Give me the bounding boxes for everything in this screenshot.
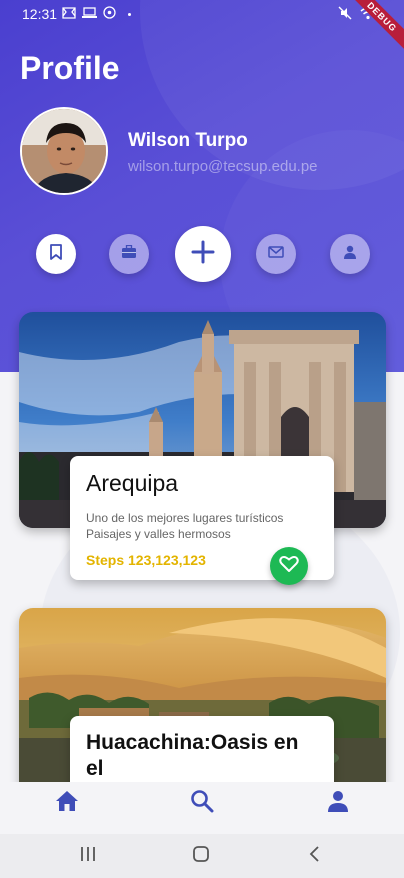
home-square-icon bbox=[192, 845, 210, 868]
system-navigation-bar bbox=[0, 834, 404, 878]
place-description: Uno de los mejores lugares turísticos Pa… bbox=[86, 510, 318, 542]
briefcase-icon bbox=[121, 244, 137, 264]
status-time: 12:31 bbox=[22, 6, 58, 22]
home-system-button[interactable] bbox=[191, 845, 211, 868]
mail-icon bbox=[268, 245, 284, 263]
home-icon bbox=[55, 790, 79, 817]
mute-icon bbox=[338, 6, 352, 23]
search-icon bbox=[190, 789, 214, 818]
avatar[interactable] bbox=[20, 107, 108, 195]
recent-apps-icon bbox=[79, 846, 97, 867]
bookmark-icon bbox=[49, 243, 63, 265]
user-email: wilson.turpo@tecsup.edu.pe bbox=[128, 158, 318, 175]
place-title-line: Huacachina:Oasis en el bbox=[86, 731, 299, 780]
recent-apps-button[interactable] bbox=[78, 846, 98, 866]
plus-icon bbox=[191, 240, 215, 269]
mail-notification-icon bbox=[62, 6, 76, 22]
bottom-navigation bbox=[0, 782, 404, 834]
back-button[interactable] bbox=[305, 845, 325, 868]
person-icon bbox=[343, 245, 357, 264]
briefcase-button[interactable] bbox=[109, 234, 149, 274]
profile-actions bbox=[0, 226, 404, 286]
bookmark-button[interactable] bbox=[36, 234, 76, 274]
mail-button[interactable] bbox=[256, 234, 296, 274]
nav-search[interactable] bbox=[189, 789, 215, 818]
status-bar: 12:31 DEBUG bbox=[0, 0, 404, 56]
page-title: Profile bbox=[20, 50, 120, 86]
place-title: Arequipa bbox=[86, 470, 179, 496]
user-name: Wilson Turpo bbox=[128, 130, 248, 151]
favorite-button[interactable] bbox=[270, 547, 308, 585]
whatsapp-icon bbox=[103, 6, 116, 22]
place-description-line: Paisajes y valles hermosos bbox=[86, 527, 231, 541]
profile-button[interactable] bbox=[330, 234, 370, 274]
place-description-line: Uno de los mejores lugares turísticos bbox=[86, 511, 284, 525]
heart-icon bbox=[279, 555, 299, 578]
laptop-icon bbox=[82, 6, 97, 22]
add-button[interactable] bbox=[175, 226, 231, 282]
dot-icon bbox=[128, 12, 131, 16]
nav-profile[interactable] bbox=[325, 790, 351, 816]
nav-home[interactable] bbox=[54, 790, 80, 816]
person-icon bbox=[327, 790, 349, 817]
back-chevron-icon bbox=[308, 845, 322, 868]
